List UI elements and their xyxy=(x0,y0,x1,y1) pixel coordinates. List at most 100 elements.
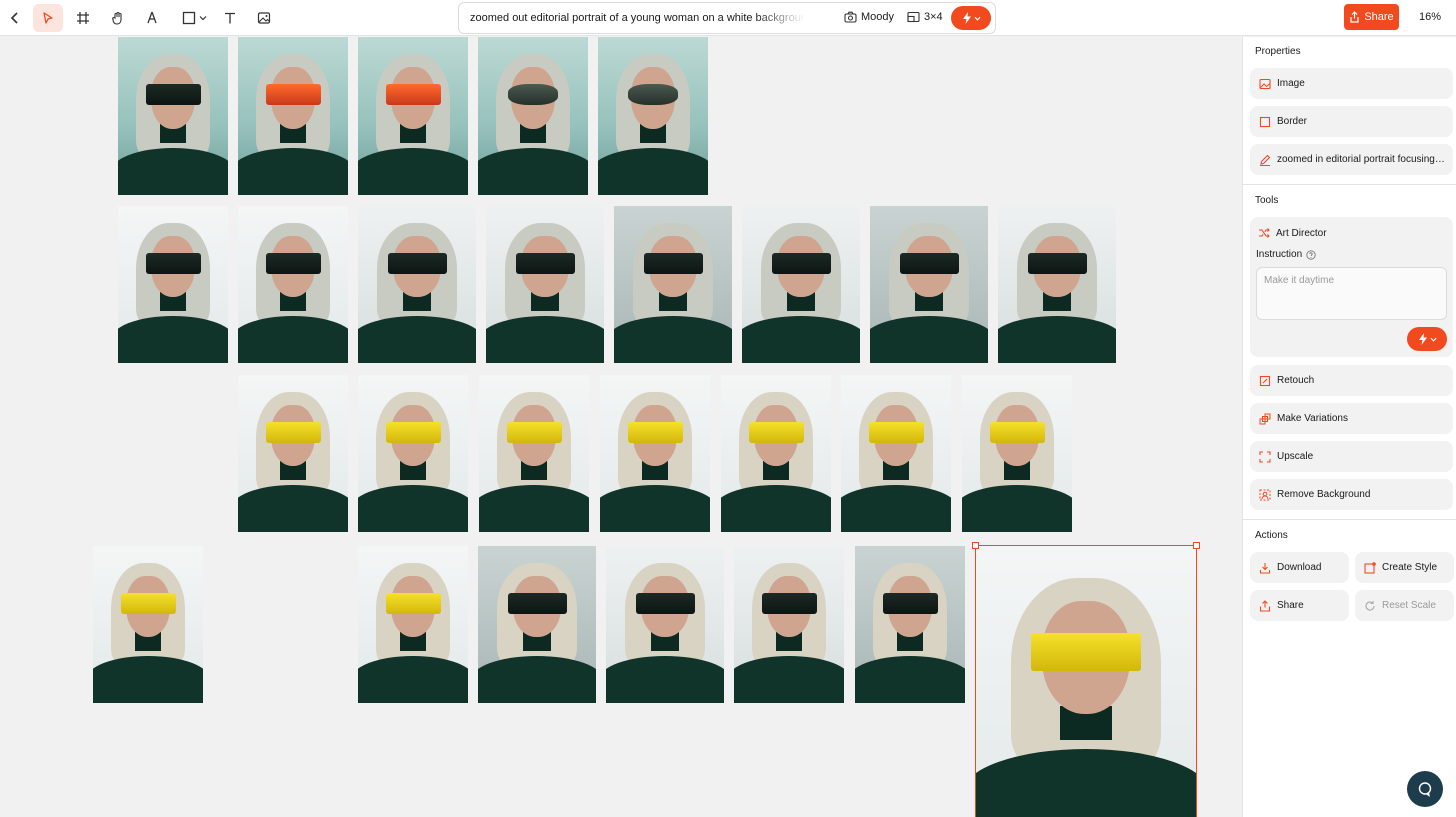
sunglasses-shape xyxy=(265,253,321,274)
border-property[interactable]: Border xyxy=(1250,106,1453,137)
turtleneck-shape xyxy=(358,484,468,532)
turtleneck-shape xyxy=(734,655,844,703)
aspect-ratio-icon xyxy=(907,11,920,23)
canvas-image[interactable] xyxy=(93,546,203,703)
sunglasses-shape xyxy=(265,84,321,105)
canvas-image[interactable] xyxy=(238,375,348,532)
canvas-image[interactable] xyxy=(358,37,468,195)
art-director-generate-button[interactable] xyxy=(1407,327,1447,351)
canvas-image[interactable] xyxy=(478,546,596,703)
canvas-image[interactable] xyxy=(358,375,468,532)
top-toolbar: zoomed out editorial portrait of a young… xyxy=(0,0,1456,36)
text-tool-button[interactable] xyxy=(215,4,245,32)
hand-tool-button[interactable] xyxy=(103,4,133,32)
generate-button[interactable] xyxy=(951,6,991,30)
reset-scale-button[interactable]: Reset Scale xyxy=(1355,590,1454,621)
pen-tool-button[interactable] xyxy=(137,4,167,32)
style-selector[interactable]: Moody xyxy=(844,11,894,23)
grid-selector[interactable]: 3×4 xyxy=(907,11,943,23)
shuffle-icon xyxy=(1259,228,1270,238)
sunglasses-shape xyxy=(771,253,831,274)
canvas-image[interactable] xyxy=(606,546,724,703)
image-tool-button[interactable] xyxy=(249,4,279,32)
canvas-image[interactable] xyxy=(855,546,965,703)
sunglasses-shape xyxy=(899,253,959,274)
canvas[interactable] xyxy=(0,37,1242,817)
turtleneck-shape xyxy=(855,655,965,703)
share-button[interactable]: Share xyxy=(1344,4,1399,30)
turtleneck-shape xyxy=(358,147,468,195)
properties-panel: Properties Image Border zoomed in editor… xyxy=(1242,37,1456,817)
canvas-image[interactable] xyxy=(998,206,1116,363)
variations-icon xyxy=(1259,413,1270,424)
sunglasses-shape xyxy=(145,84,201,105)
remove-background-label: Remove Background xyxy=(1277,489,1371,500)
camera-icon xyxy=(844,11,857,23)
art-director-header[interactable]: Art Director xyxy=(1258,227,1327,239)
canvas-image[interactable] xyxy=(118,37,228,195)
prompt-property[interactable]: zoomed in editorial portrait focusing on… xyxy=(1250,144,1453,175)
instruction-input[interactable] xyxy=(1256,267,1447,320)
canvas-image[interactable] xyxy=(841,375,951,532)
help-icon[interactable] xyxy=(1306,249,1316,260)
share-icon xyxy=(1259,599,1270,612)
frame-icon xyxy=(77,12,89,24)
sunglasses-shape xyxy=(120,593,176,614)
retouch-icon xyxy=(1259,375,1270,386)
sunglasses-shape xyxy=(507,593,567,614)
canvas-image[interactable] xyxy=(962,375,1072,532)
canvas-image[interactable] xyxy=(600,375,710,532)
create-style-button[interactable]: Create Style xyxy=(1355,552,1454,583)
remove-background-button[interactable]: Remove Background xyxy=(1250,479,1453,510)
canvas-image[interactable] xyxy=(486,206,604,363)
sunglasses-shape xyxy=(506,422,562,443)
resize-handle[interactable] xyxy=(972,542,979,549)
download-button[interactable]: Download xyxy=(1250,552,1349,583)
prompt-input[interactable]: zoomed out editorial portrait of a young… xyxy=(470,12,805,24)
pointer-icon xyxy=(43,12,53,24)
turtleneck-shape xyxy=(478,147,588,195)
canvas-image[interactable] xyxy=(118,206,228,363)
turtleneck-shape xyxy=(479,484,589,532)
resize-handle[interactable] xyxy=(1193,542,1200,549)
chat-help-button[interactable] xyxy=(1407,771,1443,807)
retouch-button[interactable]: Retouch xyxy=(1250,365,1453,396)
canvas-image[interactable] xyxy=(238,37,348,195)
sunglasses-shape xyxy=(265,422,321,443)
sunglasses-shape xyxy=(989,422,1045,443)
expand-icon xyxy=(1258,450,1271,463)
prompt-bar: zoomed out editorial portrait of a young… xyxy=(458,2,996,34)
prompt-property-label: zoomed in editorial portrait focusing on… xyxy=(1277,154,1453,165)
sunglasses-shape xyxy=(1027,253,1087,274)
turtleneck-shape xyxy=(486,315,604,363)
turtleneck-shape xyxy=(600,484,710,532)
remove-background-icon xyxy=(1259,489,1270,500)
image-property[interactable]: Image xyxy=(1250,68,1453,99)
canvas-image[interactable] xyxy=(870,206,988,363)
rectangle-icon xyxy=(182,11,195,25)
select-tool-button[interactable] xyxy=(33,4,63,32)
frame-tool-button[interactable] xyxy=(68,4,98,32)
zoom-level[interactable]: 16% xyxy=(1419,11,1441,23)
canvas-image[interactable] xyxy=(614,206,732,363)
sunglasses-shape xyxy=(761,593,817,614)
sunglasses-shape xyxy=(748,422,804,443)
upscale-button[interactable]: Upscale xyxy=(1250,441,1453,472)
sunglasses-shape xyxy=(643,253,703,274)
canvas-image[interactable] xyxy=(238,206,348,363)
sunglasses-shape xyxy=(627,422,683,443)
canvas-image[interactable] xyxy=(358,206,476,363)
canvas-image[interactable] xyxy=(721,375,831,532)
turtleneck-shape xyxy=(598,147,708,195)
canvas-image[interactable] xyxy=(358,546,468,703)
canvas-image[interactable] xyxy=(742,206,860,363)
make-variations-button[interactable]: Make Variations xyxy=(1250,403,1453,434)
back-button[interactable] xyxy=(0,4,30,32)
canvas-image[interactable] xyxy=(478,37,588,195)
sunglasses-shape xyxy=(635,593,695,614)
share-action-button[interactable]: Share xyxy=(1250,590,1349,621)
canvas-image[interactable] xyxy=(734,546,844,703)
canvas-image[interactable] xyxy=(479,375,589,532)
canvas-image[interactable] xyxy=(598,37,708,195)
shape-tool-button[interactable] xyxy=(176,4,212,32)
